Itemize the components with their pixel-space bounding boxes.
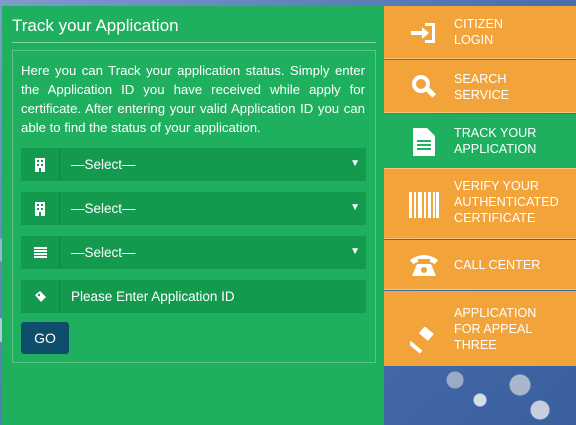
chevron-down-icon: ▼ — [350, 246, 360, 257]
side-menu: CITIZEN LOGIN SEARCH SERVICE TRACK YOUR APP… — [384, 6, 576, 366]
track-application-panel: Track your Application Here you can Trac… — [2, 6, 384, 425]
district-select-value: —Select— — [71, 157, 136, 172]
district-select[interactable]: —Select— ▼ — [21, 148, 366, 181]
menu-label: APPLICATION FOR APPEAL THREE — [454, 306, 537, 352]
instructions-text: Here you can Track your application stat… — [21, 63, 365, 135]
title-divider — [12, 42, 376, 43]
gavel-icon — [404, 321, 444, 361]
menu-label: CITIZEN LOGIN — [454, 17, 503, 47]
application-id-input[interactable]: Please Enter Application ID — [21, 280, 366, 313]
office-select-value: —Select— — [71, 201, 136, 216]
menu-label: CALL CENTER — [454, 258, 541, 272]
menu-search-service[interactable]: SEARCH SERVICE — [384, 60, 576, 113]
application-id-placeholder: Please Enter Application ID — [71, 289, 235, 304]
office-select[interactable]: —Select— ▼ — [21, 192, 366, 225]
panel-title: Track your Application — [12, 16, 179, 35]
list-icon — [21, 236, 60, 269]
login-icon — [404, 13, 444, 53]
menu-label: SEARCH SERVICE — [454, 72, 510, 102]
building-icon — [21, 148, 60, 181]
menu-track-application[interactable]: TRACK YOUR APPLICATION — [384, 114, 576, 169]
chevron-down-icon: ▼ — [350, 202, 360, 213]
chevron-down-icon: ▼ — [350, 158, 360, 169]
menu-appeal-three[interactable]: APPLICATION FOR APPEAL THREE — [384, 291, 576, 366]
service-select[interactable]: —Select— ▼ — [21, 236, 366, 269]
office-icon — [21, 192, 60, 225]
barcode-icon — [404, 185, 444, 225]
service-select-value: —Select— — [71, 245, 136, 260]
search-icon — [404, 67, 444, 107]
track-form: Here you can Track your application stat… — [12, 50, 376, 363]
menu-verify-certificate[interactable]: VERIFY YOUR AUTHENTICATED CERTIFICATE — [384, 169, 576, 239]
menu-label: VERIFY YOUR AUTHENTICATED CERTIFICATE — [454, 179, 559, 225]
go-button[interactable]: GO — [21, 322, 69, 354]
ticket-icon — [21, 280, 60, 313]
document-icon — [404, 122, 444, 162]
phone-icon — [404, 245, 444, 285]
menu-call-center[interactable]: CALL CENTER — [384, 240, 576, 290]
menu-label: TRACK YOUR APPLICATION — [454, 126, 537, 156]
menu-citizen-login[interactable]: CITIZEN LOGIN — [384, 6, 576, 59]
